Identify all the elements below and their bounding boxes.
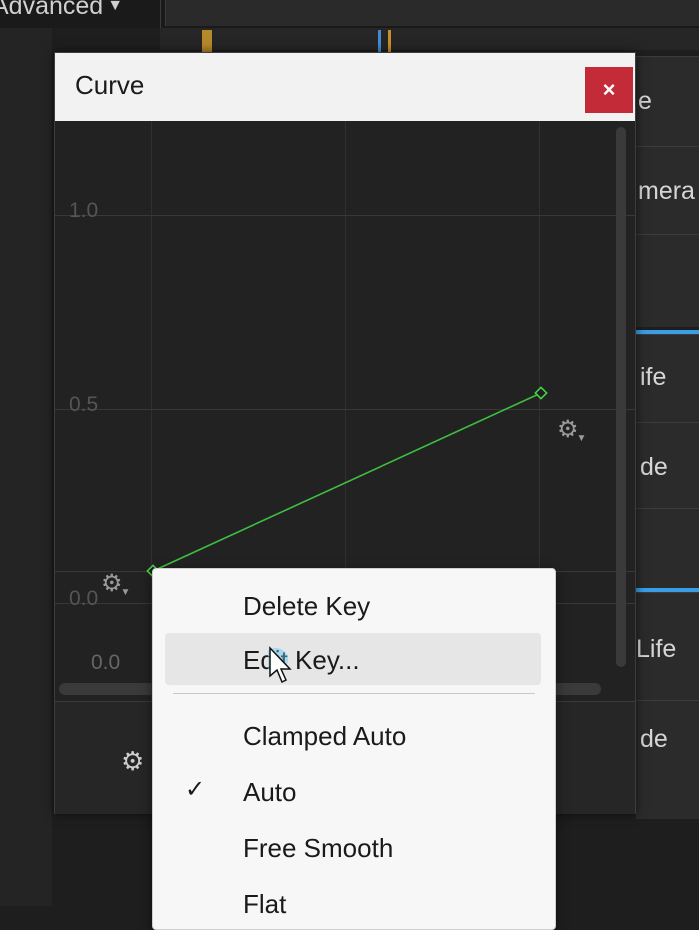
menu-item-label: Edit Key... xyxy=(243,645,360,675)
gear-icon[interactable]: ⚙▼ xyxy=(101,569,132,598)
menu-item-label: Clamped Auto xyxy=(243,721,407,751)
top-bar: Advanced ▼ xyxy=(0,0,699,28)
right-panel-row[interactable] xyxy=(636,508,699,589)
close-icon: × xyxy=(602,77,616,102)
right-panel-label: de xyxy=(640,453,668,481)
toolbar-divider xyxy=(160,0,161,28)
toolbar-field[interactable] xyxy=(165,0,699,26)
right-panel-row[interactable]: mera xyxy=(636,146,699,235)
right-panel-row[interactable] xyxy=(636,234,699,327)
window-titlebar[interactable]: Curve × xyxy=(55,53,635,121)
right-panel-label: mera xyxy=(638,177,695,205)
gear-icon[interactable]: ⚙▼ xyxy=(557,415,588,444)
right-panel-row[interactable]: de xyxy=(636,422,699,509)
menu-item-label: Delete Key xyxy=(243,591,371,621)
left-panel xyxy=(0,0,52,906)
window-title: Curve xyxy=(75,70,145,100)
right-panel-row[interactable]: Life xyxy=(636,592,699,701)
menu-item-edit-key[interactable]: Edit Key... xyxy=(165,633,541,685)
right-panel-row[interactable]: e xyxy=(636,56,699,147)
menu-separator xyxy=(173,693,535,694)
gear-icon[interactable]: ⚙ xyxy=(121,746,144,777)
timeline-marker[interactable] xyxy=(388,30,391,52)
close-button[interactable]: × xyxy=(585,67,633,113)
mouse-pointer-icon xyxy=(268,646,292,684)
right-panel-label: Life xyxy=(636,635,677,663)
menu-item-label: Flat xyxy=(243,889,287,919)
key-context-menu: Delete Key Edit Key... Clamped Auto ✓ Au… xyxy=(152,568,556,930)
right-panel-label: de xyxy=(640,725,668,753)
right-panel-label: e xyxy=(638,87,652,115)
menu-item-delete-key[interactable]: Delete Key xyxy=(165,579,541,631)
menu-item-flat[interactable]: Flat xyxy=(165,877,541,929)
menu-item-label: Auto xyxy=(243,777,297,807)
right-panel-row[interactable]: ife xyxy=(636,334,699,423)
advanced-label: Advanced xyxy=(0,0,104,20)
caret-down-icon: ▼ xyxy=(120,587,131,598)
timeline-strip[interactable] xyxy=(160,28,699,50)
menu-item-clamped-auto[interactable]: Clamped Auto xyxy=(165,709,541,761)
check-icon: ✓ xyxy=(185,776,206,803)
menu-item-auto[interactable]: ✓ Auto xyxy=(165,765,541,817)
menu-item-free-smooth[interactable]: Free Smooth xyxy=(165,821,541,873)
advanced-dropdown[interactable]: Advanced ▼ xyxy=(0,0,123,21)
vertical-scrollbar[interactable] xyxy=(616,127,626,667)
caret-down-icon: ▼ xyxy=(576,433,587,444)
right-panel-label: ife xyxy=(640,363,667,391)
right-panel-row[interactable]: de xyxy=(636,700,699,819)
curve-key[interactable] xyxy=(534,386,548,400)
caret-down-icon: ▼ xyxy=(107,0,124,14)
timeline-marker[interactable] xyxy=(202,30,212,52)
menu-item-label: Free Smooth xyxy=(243,833,394,863)
timeline-marker[interactable] xyxy=(378,30,381,52)
